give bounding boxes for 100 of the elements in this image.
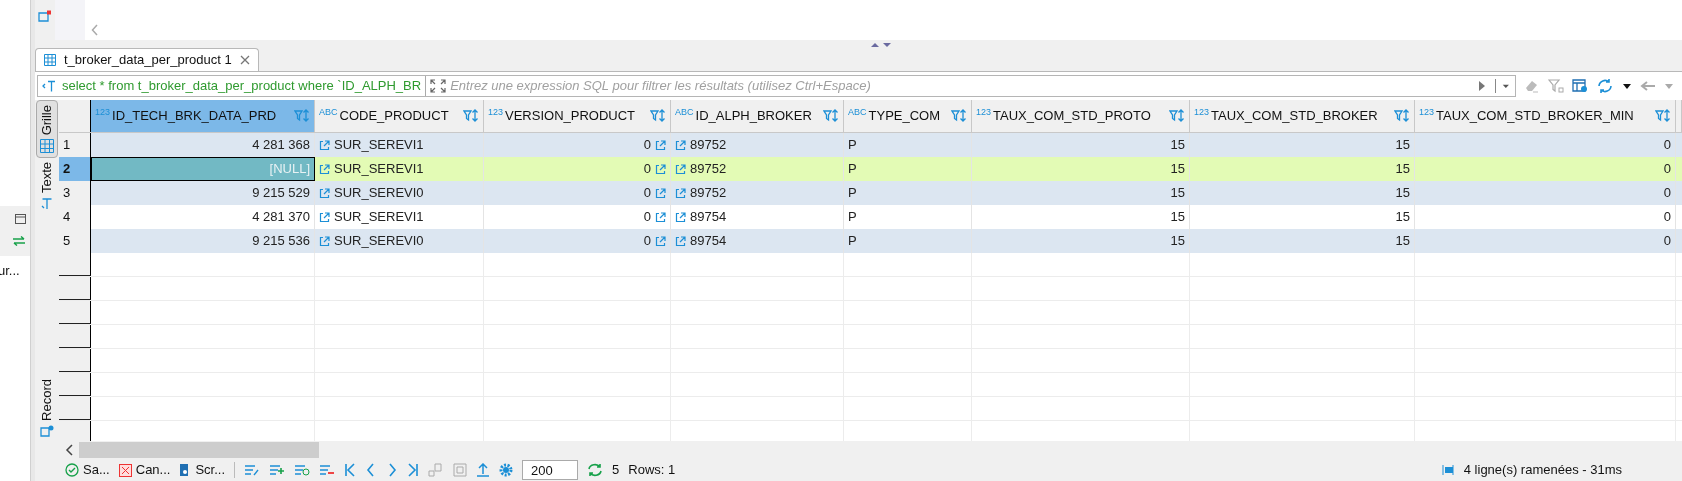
cell-text: 0 [1663, 208, 1671, 227]
link-icon[interactable] [319, 211, 330, 223]
filter-sort-icon[interactable] [1169, 109, 1185, 123]
link-icon[interactable] [319, 163, 330, 175]
record-icon [40, 425, 54, 437]
cell-text: P [848, 208, 857, 227]
link-icon[interactable] [655, 235, 666, 247]
cell-text: 15 [1170, 136, 1185, 155]
filter-input[interactable]: Entrez une expression SQL pour filtrer les résultats (utilisez Ctrl+Espace) [450, 76, 1469, 96]
column-name: TAUX_COM_STD_BROKER [1211, 107, 1379, 126]
link-icon[interactable] [675, 187, 686, 199]
cell-text: 15 [1395, 208, 1410, 227]
fetch-size-field[interactable]: 200 [522, 460, 579, 480]
window-icon[interactable] [15, 214, 26, 224]
filter-field[interactable]: select * from t_broker_data_per_product where `ID_ALPH_BR Entrez une expression SQL pour filtrer les résultats (utilisez Ctrl+Espace) [37, 75, 1516, 97]
cell-text: 9 215 529 [252, 184, 310, 203]
cell-text: SUR_SEREVI0 [334, 232, 424, 251]
link-icon[interactable] [319, 235, 330, 247]
delete-row-icon[interactable] [319, 464, 336, 476]
refresh-icon[interactable] [1596, 78, 1614, 94]
link-icon[interactable] [675, 139, 686, 151]
back-icon[interactable] [1640, 80, 1656, 92]
check-icon [65, 463, 79, 477]
filter-sort-icon[interactable] [294, 109, 310, 123]
last-page-icon[interactable] [407, 463, 420, 477]
cell-text: SUR_SEREVI1 [334, 160, 424, 179]
filter-sort-icon[interactable] [823, 109, 839, 123]
link-icon[interactable] [675, 211, 686, 223]
play-icon[interactable] [1477, 80, 1487, 92]
link-icon[interactable] [675, 163, 686, 175]
link-icon[interactable] [655, 187, 666, 199]
view-tab[interactable]: Grille [36, 100, 58, 159]
eraser-icon[interactable] [1524, 79, 1540, 93]
scrollbar-thumb[interactable] [79, 442, 319, 458]
cell-text: 15 [1170, 184, 1185, 203]
refresh-count: 5 [612, 461, 620, 480]
dropdown-icon[interactable] [1495, 79, 1511, 93]
cell-text: 15 [1395, 232, 1410, 251]
settings-icon[interactable] [499, 463, 514, 477]
export-icon[interactable] [428, 463, 445, 477]
type-label: 123 [976, 106, 992, 119]
link-icon[interactable] [655, 211, 666, 223]
cell-text: 0 [1663, 184, 1671, 203]
cell-text: 15 [1395, 184, 1410, 203]
cell-text: SUR_SEREVI1 [334, 136, 424, 155]
sash-arrows-icon[interactable] [870, 41, 892, 48]
first-page-icon[interactable] [344, 463, 357, 477]
add-row-icon[interactable] [269, 464, 286, 476]
type-label: ABC [675, 106, 694, 119]
filter-sort-icon[interactable] [1655, 109, 1671, 123]
filter-sort-icon[interactable] [951, 109, 967, 123]
filter-sort-icon[interactable] [463, 109, 479, 123]
cell-text: P [848, 184, 857, 203]
cell-text: 0 [643, 160, 651, 179]
cell-text: P [848, 136, 857, 155]
table-row[interactable]: 3 9 215 529 SUR_SEREVI0 0 89752 P 15 15 0 [59, 181, 1682, 205]
link-icon[interactable] [319, 187, 330, 199]
script-button[interactable]: Scr... [179, 460, 226, 480]
link-icon[interactable] [319, 139, 330, 151]
text-format-icon [42, 80, 58, 92]
next-icon[interactable] [386, 463, 399, 477]
expand-icon[interactable] [430, 79, 447, 93]
cell-text: 0 [643, 232, 651, 251]
view-tab[interactable]: Texte [36, 158, 58, 216]
grid-settings-icon[interactable] [1572, 79, 1588, 93]
cancel-button[interactable]: Can... [118, 460, 171, 480]
cell-text: 0 [1663, 136, 1671, 155]
frame-icon[interactable] [453, 463, 468, 477]
cell-text: 15 [1170, 232, 1185, 251]
scroll-left-icon[interactable] [65, 444, 75, 456]
swap-arrows-icon[interactable] [12, 236, 26, 246]
column-name: VERSION_PRODUCT [505, 107, 637, 126]
filter-icon[interactable] [1548, 79, 1564, 93]
save-button[interactable]: Sa... [65, 460, 110, 480]
refresh-icon[interactable] [587, 463, 604, 477]
record-tab[interactable]: Record [37, 379, 57, 441]
cell-text: P [848, 232, 857, 251]
query-text: select * from t_broker_data_per_product where `ID_ALPH_BR [62, 76, 427, 96]
row-number: 5 [63, 232, 71, 251]
copy-row-icon[interactable] [294, 464, 311, 476]
close-icon[interactable] [239, 55, 250, 65]
link-icon[interactable] [655, 163, 666, 175]
filter-sort-icon[interactable] [650, 109, 666, 123]
table-row[interactable]: 5 9 215 536 SUR_SEREVI0 0 89754 P 15 15 0 [59, 229, 1682, 253]
type-label: ABC [319, 106, 338, 119]
results-tab[interactable]: t_broker_data_per_product 1 [35, 48, 259, 71]
column-name: TYPE_COM [868, 107, 942, 126]
table-row[interactable]: 1 4 281 368 SUR_SEREVI1 0 89752 P 15 15 0 [59, 133, 1682, 157]
upload-icon[interactable] [476, 463, 491, 477]
status-text: 4 ligne(s) ramenées - 31ms [1463, 461, 1622, 480]
dropdown-icon[interactable] [1622, 82, 1632, 90]
filter-sort-icon[interactable] [1394, 109, 1410, 123]
type-label: 123 [1194, 106, 1210, 119]
table-row[interactable]: 2 [NULL] SUR_SEREVI1 0 89752 P 15 15 0 [59, 157, 1682, 181]
cell-text: 89752 [690, 184, 727, 203]
link-icon[interactable] [655, 139, 666, 151]
sql-editor-icon[interactable] [38, 10, 52, 22]
link-icon[interactable] [675, 235, 686, 247]
row-number: 3 [63, 184, 71, 203]
edit-row-icon[interactable] [244, 464, 261, 476]
